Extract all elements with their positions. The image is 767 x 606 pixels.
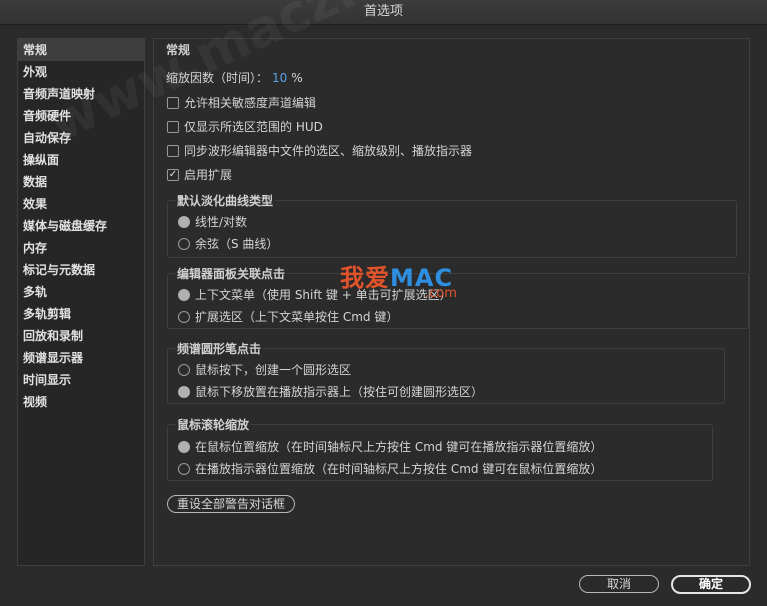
- sidebar-item[interactable]: 自动保存: [18, 127, 144, 149]
- radio-option[interactable]: 余弦（S 曲线）: [178, 235, 278, 252]
- zoom-factor-label: 缩放因数（时间）：: [166, 71, 269, 85]
- radio-label: 余弦（S 曲线）: [195, 237, 279, 251]
- fade-curve-group: 默认淡化曲线类型 线性/对数 余弦（S 曲线）: [167, 192, 737, 258]
- sidebar-item[interactable]: 媒体与磁盘缓存: [18, 215, 144, 237]
- group-title: 频谱圆形笔点击: [175, 340, 264, 357]
- radio-button[interactable]: [178, 363, 190, 376]
- radio-button[interactable]: [178, 385, 190, 398]
- cancel-button[interactable]: 取消: [579, 575, 659, 593]
- checkbox-row[interactable]: 允许相关敏感度声道编辑: [167, 94, 316, 111]
- checkbox[interactable]: ✓: [167, 168, 179, 181]
- sidebar-item[interactable]: 数据: [18, 171, 144, 193]
- checkbox-row[interactable]: ✓ 启用扩展: [167, 166, 232, 183]
- radio-label: 鼠标下移放置在播放指示器上（按住可创建圆形选区）: [195, 385, 484, 399]
- radio-button[interactable]: [178, 215, 190, 228]
- checkbox-label: 启用扩展: [184, 168, 233, 182]
- checkbox-label: 允许相关敏感度声道编辑: [184, 96, 317, 110]
- group-title: 默认淡化曲线类型: [175, 192, 276, 209]
- radio-label: 在播放指示器位置缩放（在时间轴标尺上方按住 Cmd 键可在鼠标位置缩放）: [195, 462, 603, 476]
- radio-label: 鼠标按下，创建一个圆形选区: [195, 363, 352, 377]
- zoom-factor-row: 缩放因数（时间）： 10 %: [166, 69, 303, 86]
- radio-button[interactable]: [178, 288, 190, 301]
- watermark-brand-cn: 我爱: [340, 264, 390, 292]
- spectral-brush-group: 频谱圆形笔点击 鼠标按下，创建一个圆形选区 鼠标下移放置在播放指示器上（按住可创…: [167, 340, 725, 404]
- sidebar-item[interactable]: 效果: [18, 193, 144, 215]
- zoom-factor-unit: %: [291, 70, 303, 85]
- editor-click-group: 编辑器面板关联点击 上下文菜单（使用 Shift 键 + 单击可扩展选区） 扩展…: [167, 265, 749, 329]
- reset-warnings-button[interactable]: 重设全部警告对话框: [167, 495, 295, 513]
- sidebar-item[interactable]: 音频声道映射: [18, 83, 144, 105]
- window-title: 首选项: [0, 0, 767, 25]
- checkbox-label: 仅显示所选区范围的 HUD: [184, 120, 323, 134]
- radio-option[interactable]: 鼠标按下，创建一个圆形选区: [178, 361, 351, 378]
- sidebar-item[interactable]: 频谱显示器: [18, 347, 144, 369]
- sidebar-item[interactable]: 多轨: [18, 281, 144, 303]
- checkbox-row[interactable]: 仅显示所选区范围的 HUD: [167, 118, 323, 135]
- sidebar-item[interactable]: 时间显示: [18, 369, 144, 391]
- preferences-sidebar: 常规 外观 音频声道映射 音频硬件 自动保存 操纵面 数据 效果 媒体与磁盘缓存 内存 标记与元数据…: [17, 38, 145, 566]
- wheel-zoom-group: 鼠标滚轮缩放 在鼠标位置缩放（在时间轴标尺上方按住 Cmd 键可在播放指示器位置…: [167, 416, 713, 481]
- checkbox[interactable]: [167, 120, 179, 133]
- radio-button[interactable]: [178, 462, 190, 475]
- sidebar-item[interactable]: 回放和录制: [18, 325, 144, 347]
- checkbox[interactable]: [167, 96, 179, 109]
- group-title: 编辑器面板关联点击: [175, 265, 288, 282]
- radio-label: 线性/对数: [195, 215, 248, 229]
- watermark-url: .com: [425, 286, 457, 301]
- radio-option[interactable]: 线性/对数: [178, 213, 247, 230]
- sidebar-item[interactable]: 操纵面: [18, 149, 144, 171]
- sidebar-item[interactable]: 多轨剪辑: [18, 303, 144, 325]
- radio-option[interactable]: 在鼠标位置缩放（在时间轴标尺上方按住 Cmd 键可在播放指示器位置缩放）: [178, 438, 602, 455]
- radio-option[interactable]: 鼠标下移放置在播放指示器上（按住可创建圆形选区）: [178, 383, 483, 400]
- radio-option[interactable]: 在播放指示器位置缩放（在时间轴标尺上方按住 Cmd 键可在鼠标位置缩放）: [178, 460, 602, 477]
- sidebar-item[interactable]: 内存: [18, 237, 144, 259]
- sidebar-item[interactable]: 标记与元数据: [18, 259, 144, 281]
- radio-button[interactable]: [178, 310, 190, 323]
- general-panel: 常规 缩放因数（时间）： 10 % 允许相关敏感度声道编辑 仅显示所选区范围的 …: [153, 38, 750, 566]
- section-title: 常规: [166, 43, 191, 57]
- radio-button[interactable]: [178, 440, 190, 453]
- sidebar-item[interactable]: 视频: [18, 391, 144, 413]
- zoom-factor-value[interactable]: 10: [272, 71, 287, 85]
- ok-button[interactable]: 确定: [671, 575, 751, 594]
- group-title: 鼠标滚轮缩放: [175, 416, 252, 433]
- sidebar-item[interactable]: 音频硬件: [18, 105, 144, 127]
- sidebar-item[interactable]: 常规: [18, 39, 144, 61]
- checkmark-icon: ✓: [168, 168, 178, 180]
- sidebar-item[interactable]: 外观: [18, 61, 144, 83]
- radio-button[interactable]: [178, 237, 190, 250]
- radio-label: 在鼠标位置缩放（在时间轴标尺上方按住 Cmd 键可在播放指示器位置缩放）: [195, 440, 603, 454]
- checkbox-row[interactable]: 同步波形编辑器中文件的选区、缩放级别、播放指示器: [167, 142, 472, 159]
- checkbox-label: 同步波形编辑器中文件的选区、缩放级别、播放指示器: [184, 144, 473, 158]
- radio-option[interactable]: 扩展选区（上下文菜单按住 Cmd 键）: [178, 308, 398, 325]
- checkbox[interactable]: [167, 144, 179, 157]
- radio-label: 扩展选区（上下文菜单按住 Cmd 键）: [195, 310, 399, 324]
